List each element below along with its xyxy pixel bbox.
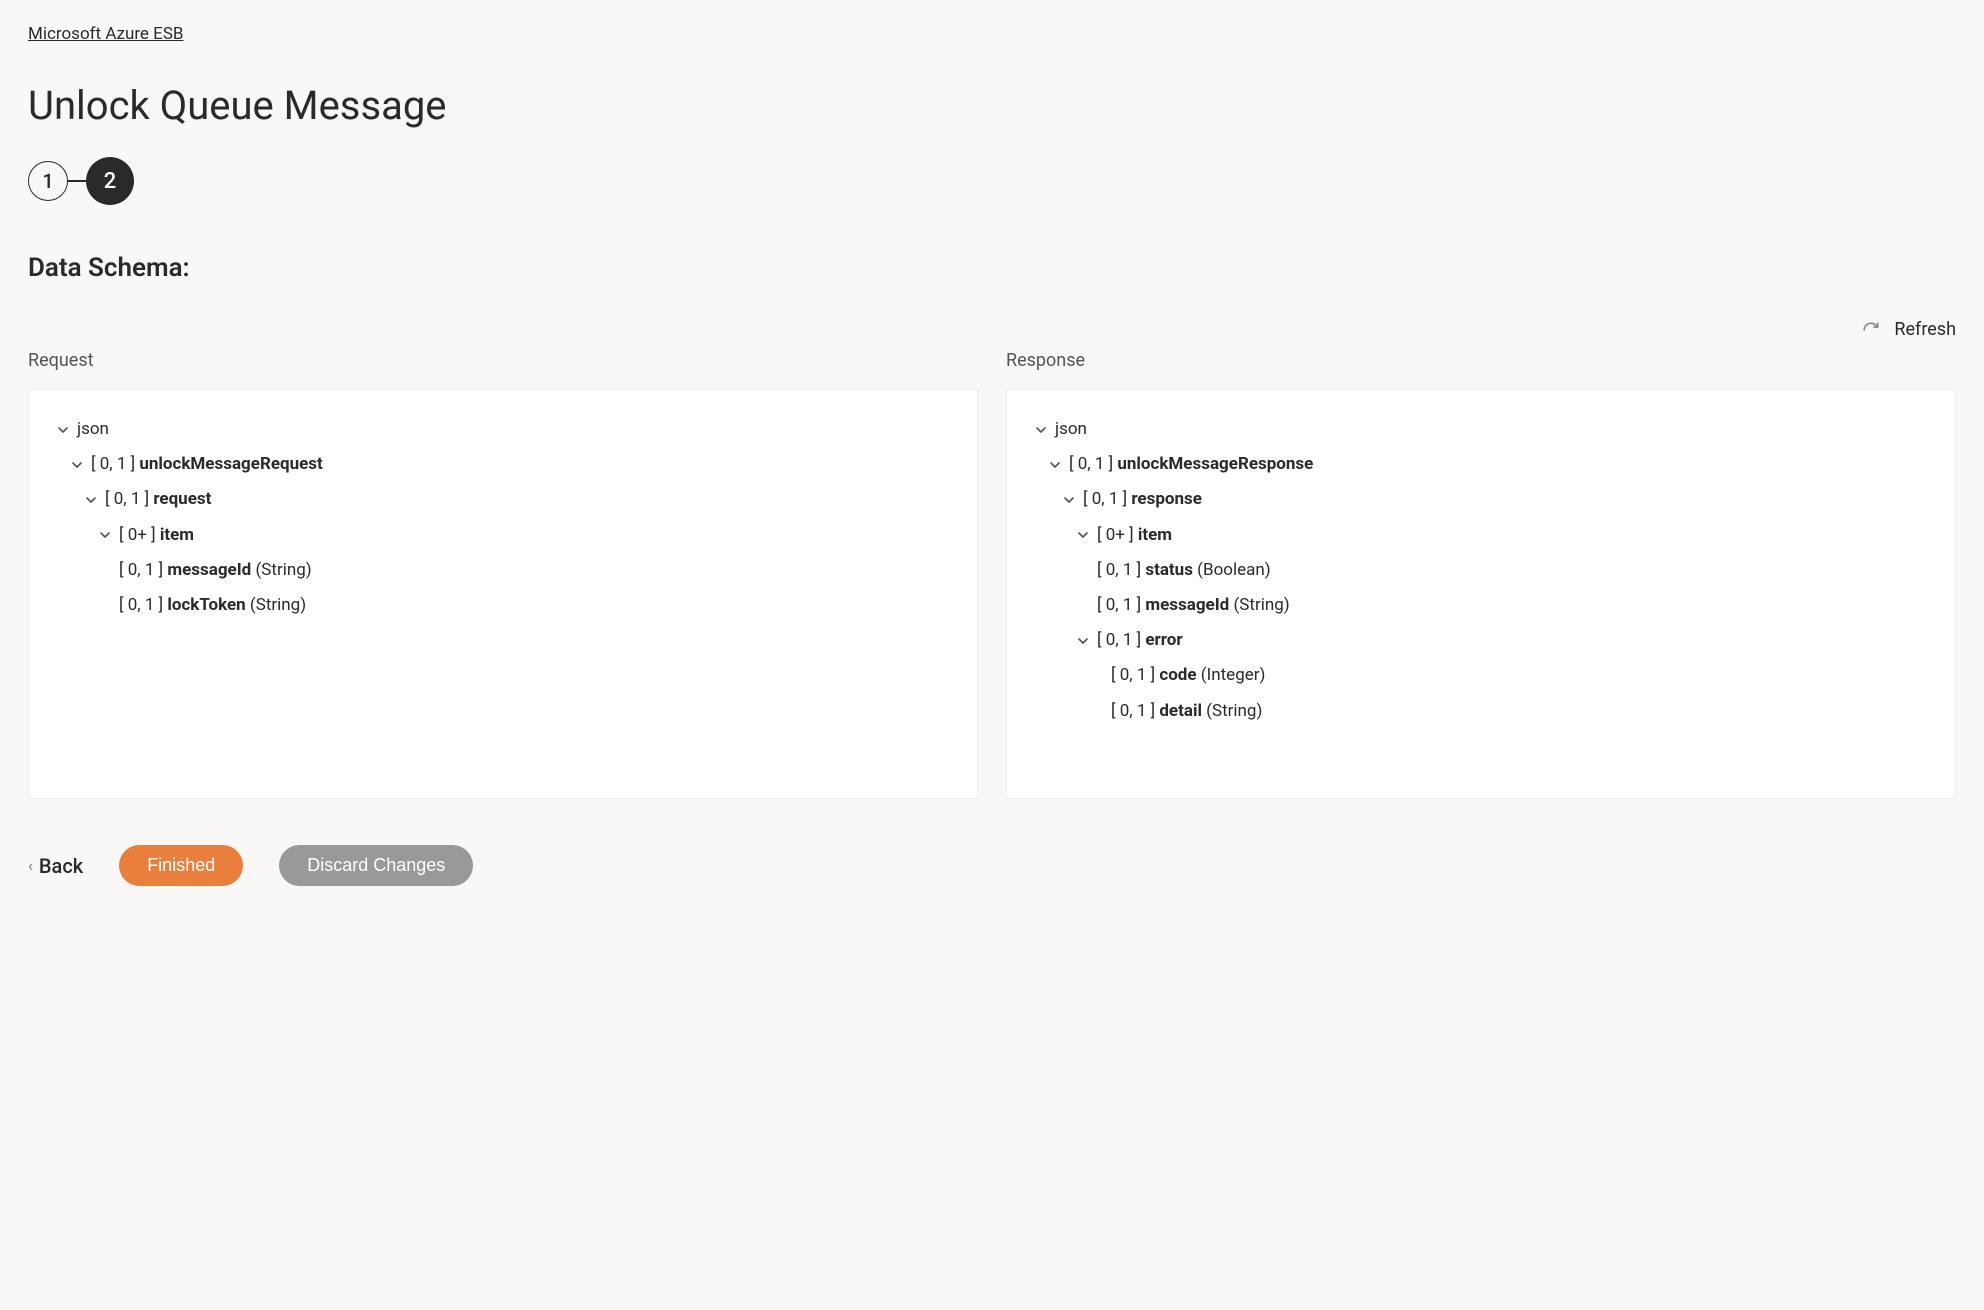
tree-node-lockToken[interactable]: [ 0, 1 ] lockToken (String) xyxy=(55,588,951,623)
chevron-down-icon[interactable] xyxy=(55,422,71,438)
tree-node-code[interactable]: [ 0, 1 ] code (Integer) xyxy=(1033,658,1929,693)
tree-node-unlockMessageRequest[interactable]: [ 0, 1 ] unlockMessageRequest xyxy=(55,447,951,482)
chevron-down-icon[interactable] xyxy=(69,457,85,473)
tree-node-detail[interactable]: [ 0, 1 ] detail (String) xyxy=(1033,694,1929,729)
tree-node-json[interactable]: json xyxy=(1033,412,1929,447)
node-type: (String) xyxy=(1206,698,1262,725)
cardinality: [ 0, 1 ] xyxy=(119,592,163,619)
cardinality: [ 0, 1 ] xyxy=(1111,698,1155,725)
chevron-down-icon[interactable] xyxy=(83,492,99,508)
cardinality: [ 0, 1 ] xyxy=(1083,486,1127,513)
node-type: (String) xyxy=(250,592,306,619)
cardinality: [ 0+ ] xyxy=(119,522,156,549)
node-type: (Boolean) xyxy=(1197,557,1271,584)
tree-node-item[interactable]: [ 0+ ] item xyxy=(55,518,951,553)
refresh-icon xyxy=(1862,321,1880,339)
step-connector xyxy=(68,180,86,182)
node-name: messageId xyxy=(1145,592,1229,619)
request-label: Request xyxy=(28,350,978,371)
tree-node-unlockMessageResponse[interactable]: [ 0, 1 ] unlockMessageResponse xyxy=(1033,447,1929,482)
node-type: (Integer) xyxy=(1201,662,1266,689)
back-label: Back xyxy=(39,854,83,878)
step-2[interactable]: 2 xyxy=(86,157,134,205)
tree-node-error[interactable]: [ 0, 1 ] error xyxy=(1033,623,1929,658)
node-name: item xyxy=(1138,522,1172,549)
tree-node-request[interactable]: [ 0, 1 ] request xyxy=(55,482,951,517)
chevron-down-icon[interactable] xyxy=(97,527,113,543)
tree-node-label: json xyxy=(1055,416,1087,443)
cardinality: [ 0, 1 ] xyxy=(1097,627,1141,654)
back-button[interactable]: ‹ Back xyxy=(28,854,83,878)
tree-node-json[interactable]: json xyxy=(55,412,951,447)
node-name: item xyxy=(160,522,194,549)
node-name: error xyxy=(1145,627,1182,654)
tree-node-messageId[interactable]: [ 0, 1 ] messageId (String) xyxy=(55,553,951,588)
node-name: detail xyxy=(1159,698,1202,725)
chevron-down-icon[interactable] xyxy=(1047,457,1063,473)
response-label: Response xyxy=(1006,350,1956,371)
node-name: response xyxy=(1131,486,1202,513)
cardinality: [ 0+ ] xyxy=(1097,522,1134,549)
cardinality: [ 0, 1 ] xyxy=(1097,557,1141,584)
stepper: 1 2 xyxy=(28,157,1956,205)
page-title: Unlock Queue Message xyxy=(28,82,1956,129)
chevron-left-icon: ‹ xyxy=(28,856,33,875)
tree-node-item[interactable]: [ 0+ ] item xyxy=(1033,518,1929,553)
node-name: unlockMessageRequest xyxy=(139,451,322,478)
request-panel: json [ 0, 1 ] unlockMessageRequest [ 0, … xyxy=(28,389,978,799)
node-name: code xyxy=(1159,662,1196,689)
cardinality: [ 0, 1 ] xyxy=(91,451,135,478)
tree-node-response[interactable]: [ 0, 1 ] response xyxy=(1033,482,1929,517)
cardinality: [ 0, 1 ] xyxy=(119,557,163,584)
chevron-down-icon[interactable] xyxy=(1075,633,1091,649)
discard-changes-button[interactable]: Discard Changes xyxy=(279,845,473,886)
breadcrumb-link[interactable]: Microsoft Azure ESB xyxy=(28,24,184,44)
finished-button[interactable]: Finished xyxy=(119,845,243,886)
step-1[interactable]: 1 xyxy=(28,161,68,201)
footer-actions: ‹ Back Finished Discard Changes xyxy=(28,845,1956,886)
cardinality: [ 0, 1 ] xyxy=(105,486,149,513)
response-panel: json [ 0, 1 ] unlockMessageResponse [ 0,… xyxy=(1006,389,1956,799)
chevron-down-icon[interactable] xyxy=(1075,527,1091,543)
tree-node-status[interactable]: [ 0, 1 ] status (Boolean) xyxy=(1033,553,1929,588)
node-name: status xyxy=(1145,557,1193,584)
tree-node-messageId[interactable]: [ 0, 1 ] messageId (String) xyxy=(1033,588,1929,623)
node-type: (String) xyxy=(255,557,311,584)
request-column: Request json [ 0, 1 ] unlockMessageReque… xyxy=(28,350,978,799)
refresh-label: Refresh xyxy=(1894,319,1956,340)
node-name: request xyxy=(153,486,211,513)
cardinality: [ 0, 1 ] xyxy=(1111,662,1155,689)
cardinality: [ 0, 1 ] xyxy=(1069,451,1113,478)
chevron-down-icon[interactable] xyxy=(1061,492,1077,508)
chevron-down-icon[interactable] xyxy=(1033,422,1049,438)
node-name: lockToken xyxy=(167,592,245,619)
node-name: messageId xyxy=(167,557,251,584)
tree-node-label: json xyxy=(77,416,109,443)
node-type: (String) xyxy=(1233,592,1289,619)
node-name: unlockMessageResponse xyxy=(1117,451,1313,478)
refresh-button[interactable]: Refresh xyxy=(28,319,1956,340)
response-column: Response json [ 0, 1 ] unlockMessageResp… xyxy=(1006,350,1956,799)
cardinality: [ 0, 1 ] xyxy=(1097,592,1141,619)
section-heading: Data Schema: xyxy=(28,253,1956,283)
